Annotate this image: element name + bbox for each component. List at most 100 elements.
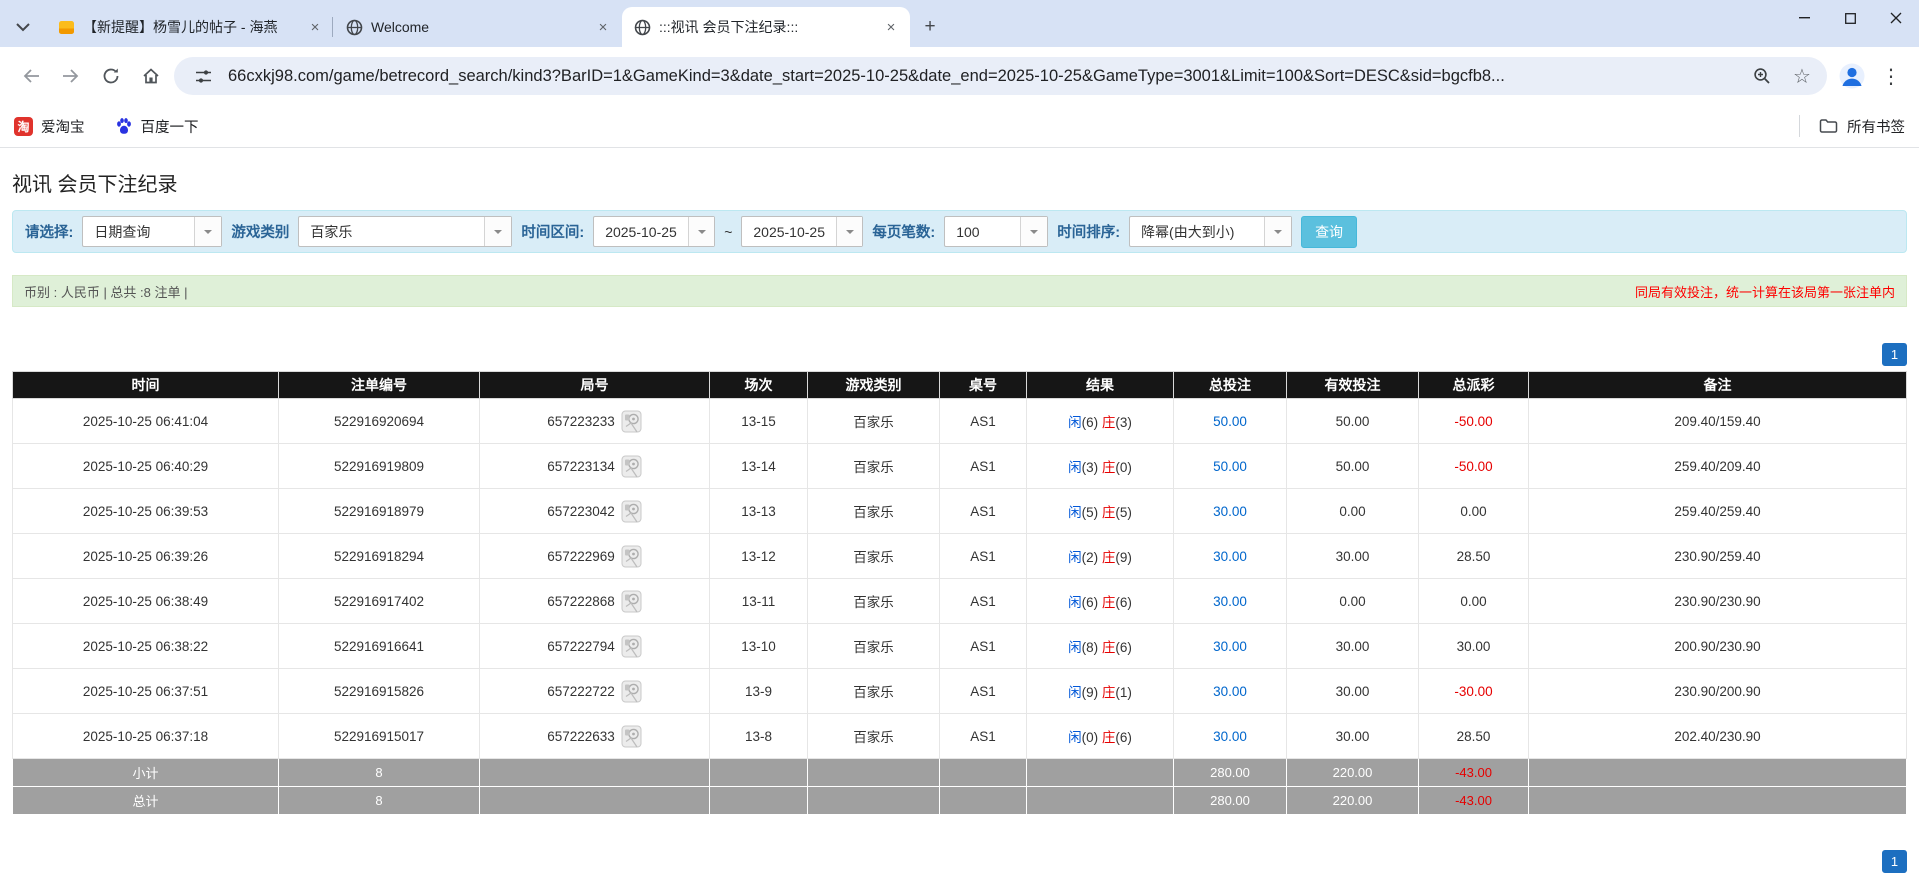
url-text[interactable]: 66cxkj98.com/game/betrecord_search/kind3… [228, 67, 1737, 86]
per-page-value: 100 [945, 217, 1020, 246]
bookmark-baidu[interactable]: 百度一下 [115, 116, 199, 137]
sort-select[interactable]: 降幂(由大到小) [1129, 216, 1292, 247]
chevron-down-icon[interactable] [688, 217, 714, 246]
round-id-value: 657223042 [547, 504, 615, 519]
chevron-down-icon[interactable] [836, 217, 862, 246]
replay-video-icon[interactable] [621, 725, 642, 748]
cell-session: 13-10 [710, 624, 808, 669]
date-start-select[interactable]: 2025-10-25 [593, 216, 715, 247]
chevron-down-icon[interactable] [1020, 217, 1047, 246]
home-button[interactable] [134, 59, 168, 93]
col-valid-bet: 有效投注 [1287, 372, 1419, 399]
game-type-select[interactable]: 百家乐 [298, 216, 512, 247]
banker-result-label: 庄 [1102, 640, 1116, 655]
date-end-select[interactable]: 2025-10-25 [741, 216, 863, 247]
cell-total-bet-link[interactable]: 30.00 [1174, 489, 1287, 534]
zoom-page-icon[interactable] [1747, 61, 1777, 91]
browser-menu-icon[interactable]: ⋮ [1877, 64, 1905, 89]
table-row: 2025-10-25 06:37:18 522916915017 6572226… [13, 714, 1907, 759]
chevron-down-icon[interactable] [1264, 217, 1291, 246]
player-result-count: (9) [1082, 685, 1099, 700]
round-id-value: 657222868 [547, 594, 615, 609]
query-mode-select[interactable]: 日期查询 [82, 216, 222, 247]
replay-video-icon[interactable] [621, 500, 642, 523]
all-bookmarks[interactable]: 所有书签 [1799, 115, 1905, 137]
tab-search-button[interactable] [0, 7, 46, 47]
cell-payout: 28.50 [1419, 714, 1529, 759]
tab-bet-records-active[interactable]: :::视讯 会员下注纪录::: × [622, 7, 910, 47]
empty-cell [710, 787, 808, 815]
summary-payout: -43.00 [1419, 787, 1529, 815]
close-icon[interactable]: × [882, 18, 900, 36]
player-result-label: 闲 [1068, 595, 1082, 610]
cell-total-bet-link[interactable]: 30.00 [1174, 624, 1287, 669]
cell-bet-id: 522916919809 [279, 444, 480, 489]
cell-note: 209.40/159.40 [1529, 399, 1907, 444]
cell-game-type: 百家乐 [808, 444, 940, 489]
close-icon[interactable]: × [306, 18, 324, 36]
bookmark-taobao[interactable]: 淘 爱淘宝 [14, 116, 85, 137]
address-bar[interactable]: 66cxkj98.com/game/betrecord_search/kind3… [174, 57, 1827, 95]
reload-button[interactable] [94, 59, 128, 93]
banker-result-count: (6) [1115, 730, 1132, 745]
cell-total-bet-link[interactable]: 30.00 [1174, 669, 1287, 714]
bookmark-star-icon[interactable]: ☆ [1787, 61, 1817, 91]
site-info-tune-icon[interactable] [188, 61, 218, 91]
col-bet-id: 注单编号 [279, 372, 480, 399]
maximize-button[interactable] [1827, 0, 1873, 36]
banker-result-label: 庄 [1102, 550, 1116, 565]
baidu-paw-icon [115, 117, 133, 135]
cell-payout: -50.00 [1419, 399, 1529, 444]
tab-forum-post[interactable]: 【新提醒】杨雪儿的帖子 - 海燕 × [46, 7, 334, 47]
cell-note: 259.40/209.40 [1529, 444, 1907, 489]
player-result-label: 闲 [1068, 730, 1082, 745]
per-page-select[interactable]: 100 [944, 216, 1048, 247]
cell-valid-bet: 30.00 [1287, 624, 1419, 669]
chevron-down-icon[interactable] [484, 217, 511, 246]
search-button[interactable]: 查询 [1301, 216, 1357, 248]
summary-row: 总计 8 280.00 220.00 -43.00 [13, 787, 1907, 815]
replay-video-icon[interactable] [621, 680, 642, 703]
new-tab-button[interactable]: + [916, 13, 944, 41]
tab-welcome[interactable]: Welcome × [334, 7, 622, 47]
col-note: 备注 [1529, 372, 1907, 399]
cell-time: 2025-10-25 06:41:04 [13, 399, 279, 444]
chevron-down-icon[interactable] [194, 217, 221, 246]
empty-cell [808, 787, 940, 815]
cell-bet-id: 522916918979 [279, 489, 480, 534]
minimize-button[interactable] [1781, 0, 1827, 36]
cell-bet-id: 522916915826 [279, 669, 480, 714]
forward-button[interactable] [54, 59, 88, 93]
cell-total-bet-link[interactable]: 30.00 [1174, 714, 1287, 759]
mail-favicon-icon [58, 19, 75, 36]
replay-video-icon[interactable] [621, 410, 642, 433]
cell-total-bet-link[interactable]: 30.00 [1174, 534, 1287, 579]
cell-session: 13-9 [710, 669, 808, 714]
profile-avatar[interactable] [1833, 57, 1871, 95]
cell-note: 200.90/230.90 [1529, 624, 1907, 669]
close-window-button[interactable] [1873, 0, 1919, 36]
table-body: 2025-10-25 06:41:04 522916920694 6572232… [13, 399, 1907, 759]
replay-video-icon[interactable] [621, 590, 642, 613]
back-button[interactable] [14, 59, 48, 93]
col-result: 结果 [1027, 372, 1174, 399]
cell-total-bet-link[interactable]: 30.00 [1174, 579, 1287, 624]
close-icon[interactable]: × [594, 18, 612, 36]
tab-title: :::视讯 会员下注纪录::: [659, 17, 874, 37]
cell-total-bet-link[interactable]: 50.00 [1174, 399, 1287, 444]
page-content: 视讯 会员下注纪录 请选择: 日期查询 游戏类别 百家乐 时间区间: 2025-… [0, 168, 1919, 873]
col-total-bet: 总投注 [1174, 372, 1287, 399]
table-row: 2025-10-25 06:39:26 522916918294 6572229… [13, 534, 1907, 579]
page-1-button[interactable]: 1 [1882, 343, 1907, 366]
cell-result: 闲(3) 庄(0) [1027, 444, 1174, 489]
banker-result-label: 庄 [1102, 460, 1116, 475]
cell-game-type: 百家乐 [808, 399, 940, 444]
replay-video-icon[interactable] [621, 545, 642, 568]
replay-video-icon[interactable] [621, 455, 642, 478]
empty-cell [940, 787, 1027, 815]
player-result-count: (3) [1082, 460, 1099, 475]
cell-total-bet-link[interactable]: 50.00 [1174, 444, 1287, 489]
replay-video-icon[interactable] [621, 635, 642, 658]
page-1-button[interactable]: 1 [1882, 850, 1907, 873]
banker-result-label: 庄 [1102, 730, 1116, 745]
